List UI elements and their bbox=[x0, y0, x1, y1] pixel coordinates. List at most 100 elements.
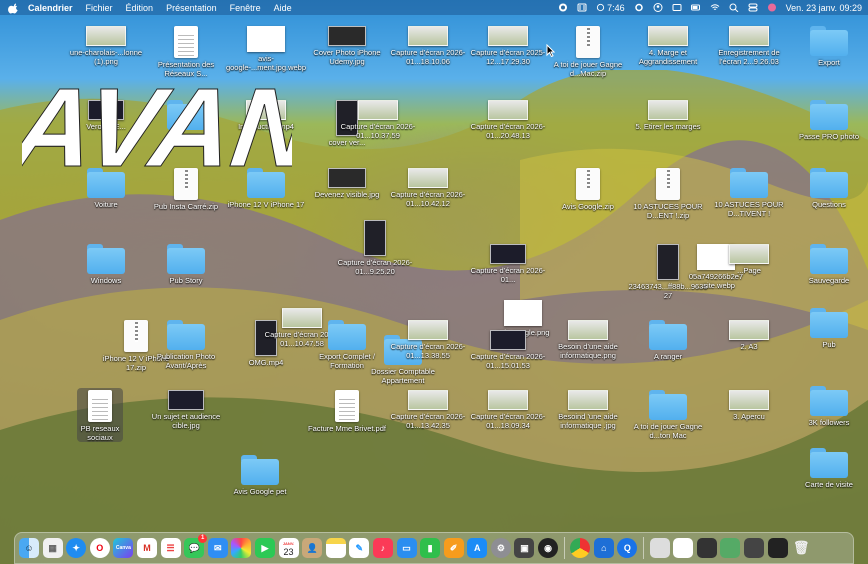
launchpad-icon[interactable]: ▦ bbox=[42, 538, 63, 558]
desktop-item[interactable]: Passe PRO photo bbox=[788, 100, 868, 141]
quicktime-icon[interactable]: Q bbox=[617, 538, 638, 558]
search-icon[interactable] bbox=[729, 3, 739, 12]
record-icon[interactable] bbox=[558, 3, 568, 12]
desktop-item[interactable]: 2. A3 bbox=[708, 320, 790, 351]
desktop-item[interactable]: Sauvegarde bbox=[788, 244, 868, 285]
desktop-item[interactable]: 4. Marge et Aggrandissement bbox=[627, 26, 709, 66]
desktop-item-label: Avis Google.zip bbox=[562, 202, 614, 211]
display-icon[interactable] bbox=[672, 3, 682, 12]
recent-window-4-icon[interactable] bbox=[744, 538, 764, 558]
menu-aide[interactable]: Aide bbox=[274, 3, 292, 13]
siri-icon[interactable] bbox=[767, 3, 777, 12]
desktop-item[interactable]: 3. Apercu bbox=[708, 390, 790, 421]
desktop-item[interactable]: A toi de jouer Gagne d...ton Mac bbox=[627, 390, 709, 440]
contacts-icon[interactable]: 👤 bbox=[302, 538, 323, 558]
app-store-icon[interactable]: A bbox=[467, 538, 488, 558]
desktop-item[interactable]: Capture d’écran 2026-01...18.09.34 bbox=[467, 390, 549, 430]
desktop-item[interactable]: Windows bbox=[65, 244, 147, 285]
desktop-item[interactable]: A ranger bbox=[627, 320, 709, 361]
mail-icon[interactable]: ✉ bbox=[207, 538, 228, 558]
recent-window-1-icon[interactable] bbox=[649, 538, 670, 558]
reminders-icon[interactable]: ☰ bbox=[160, 538, 181, 558]
desktop-item[interactable]: Facture Mme Brivet.pdf bbox=[306, 390, 388, 433]
desktop-item[interactable]: Capture d’écran 2026-01...13.42.35 bbox=[387, 390, 469, 430]
desktop-item[interactable]: ...Page bbox=[708, 244, 790, 275]
menu-app-calendrier[interactable]: Calendrier bbox=[28, 3, 73, 13]
system-settings-icon[interactable]: ⚙ bbox=[490, 538, 511, 558]
desktop-item[interactable]: Pub bbox=[788, 308, 868, 349]
app-tray-icon[interactable] bbox=[577, 3, 587, 12]
desktop-item[interactable]: Avis Google.zip bbox=[547, 168, 629, 211]
desktop-item[interactable]: Capture d’écran 2026-01...9.25.20 bbox=[334, 220, 416, 276]
messages-icon[interactable]: 💬 1 bbox=[184, 534, 208, 558]
finder-icon[interactable]: ☺ bbox=[19, 538, 39, 558]
apple-menu-icon[interactable] bbox=[8, 2, 20, 14]
keynote-icon[interactable]: ▭ bbox=[396, 538, 417, 558]
user-icon[interactable] bbox=[653, 3, 663, 12]
chrome-icon[interactable] bbox=[570, 538, 591, 558]
notes-icon[interactable] bbox=[325, 538, 346, 558]
folder-icon bbox=[810, 26, 848, 56]
control-center-icon[interactable] bbox=[748, 3, 758, 12]
facetime-icon[interactable]: ▶ bbox=[254, 538, 275, 558]
desktop-item-label: Besoin d’une aide informatique.png bbox=[558, 342, 618, 360]
timer-icon[interactable]: 7:46 bbox=[596, 3, 625, 13]
desktop-item[interactable]: Questions bbox=[788, 168, 868, 209]
desktop-item[interactable]: 5. Etirer les marges bbox=[627, 100, 709, 131]
music-icon[interactable]: ♪ bbox=[372, 538, 393, 558]
desktop-item[interactable]: Capture d’écran 2026-01...10.37.59 bbox=[337, 100, 419, 140]
safari-icon[interactable]: ✦ bbox=[66, 538, 87, 558]
photos-icon[interactable] bbox=[231, 538, 252, 558]
desktop-item[interactable]: Enregistrement de l’écran 2...9.26.03 bbox=[708, 26, 790, 66]
desktop-item[interactable]: Export bbox=[788, 26, 868, 67]
time-machine-icon[interactable]: ⌂ bbox=[593, 538, 614, 558]
calendar-day: 23 bbox=[283, 547, 294, 557]
numbers-icon[interactable]: ▮ bbox=[420, 538, 441, 558]
folder-icon bbox=[649, 320, 687, 350]
desktop-item[interactable]: A toi de jouer Gagne d...Mac.zip bbox=[547, 26, 629, 78]
menu-presentation[interactable]: Présentation bbox=[166, 3, 217, 13]
desktop-item[interactable]: Besoin d’une aide informatique.png bbox=[547, 320, 629, 360]
desktop-item[interactable]: 10 ASTUCES POUR D...TIVENT ! bbox=[708, 168, 790, 218]
desktop-item[interactable]: Devenez visible.jpg bbox=[306, 168, 388, 199]
desktop-item[interactable]: Capture d’écran 2026-01...10.42.12 bbox=[387, 168, 469, 208]
desktop-item[interactable]: Capture d’écran 2025-12...17.29.30 bbox=[467, 26, 549, 66]
desktop-item[interactable]: Capture d’écran 2026-01...20.48.13 bbox=[467, 100, 549, 140]
settings-icon[interactable] bbox=[634, 3, 644, 12]
recent-document-icon[interactable] bbox=[673, 538, 694, 558]
desktop-item[interactable]: Capture d’écran 2026-01... bbox=[467, 244, 549, 284]
canva-icon[interactable]: Canva bbox=[113, 538, 134, 558]
desktop-item[interactable]: 3K followers bbox=[788, 386, 868, 427]
menu-edition[interactable]: Édition bbox=[126, 3, 154, 13]
screenshot-icon[interactable]: ▣ bbox=[514, 538, 535, 558]
freeform-icon[interactable]: ✎ bbox=[349, 538, 370, 558]
calendar-icon[interactable]: JANV. 23 bbox=[278, 538, 299, 558]
desktop-item[interactable]: 10 ASTUCES POUR D...ENT !.zip bbox=[627, 168, 709, 220]
recent-window-5-icon[interactable] bbox=[767, 538, 788, 558]
desktop-item[interactable]: Capture d’écran 2026-01...18.10.06 bbox=[387, 26, 469, 66]
gmail-icon[interactable]: M bbox=[136, 538, 157, 558]
trash-icon[interactable]: 🗑 bbox=[791, 538, 811, 558]
opera-icon[interactable]: O bbox=[89, 538, 110, 558]
recent-window-3-icon[interactable] bbox=[720, 538, 741, 558]
menu-fenetre[interactable]: Fenêtre bbox=[230, 3, 261, 13]
desktop-item[interactable]: Avis Google pet bbox=[219, 455, 301, 496]
camera-icon[interactable]: ◉ bbox=[538, 538, 559, 558]
pages-icon[interactable]: ✐ bbox=[443, 538, 464, 558]
desktop-item[interactable]: Capture d’écran 2026-01...15.01.53 bbox=[467, 330, 549, 370]
wifi-icon[interactable] bbox=[710, 3, 720, 12]
desktop-item[interactable]: Carte de visite bbox=[788, 448, 868, 489]
menu-fichier[interactable]: Fichier bbox=[86, 3, 113, 13]
desktop-item[interactable]: Besoind 'une aide informatique .jpg bbox=[547, 390, 629, 430]
desktop-item[interactable]: PB reseaux sociaux bbox=[77, 388, 123, 442]
desktop-item[interactable]: Pub Story bbox=[145, 244, 227, 285]
menubar-datetime[interactable]: Ven. 23 janv. 09:29 bbox=[786, 3, 862, 13]
desktop-item[interactable]: Publication Photo Avant/Après bbox=[145, 320, 227, 370]
folder-icon bbox=[730, 168, 768, 198]
desktop-item[interactable]: Cover Photo iPhone Udemy.jpg bbox=[306, 26, 388, 66]
battery-icon[interactable] bbox=[690, 3, 701, 12]
desktop-item[interactable]: Capture d’écran 2026-01...13.38.55 bbox=[387, 320, 469, 360]
desktop-item-label: Facture Mme Brivet.pdf bbox=[308, 424, 386, 433]
recent-window-2-icon[interactable] bbox=[696, 538, 717, 558]
desktop-item[interactable]: Un sujet et audience cible.jpg bbox=[145, 390, 227, 430]
